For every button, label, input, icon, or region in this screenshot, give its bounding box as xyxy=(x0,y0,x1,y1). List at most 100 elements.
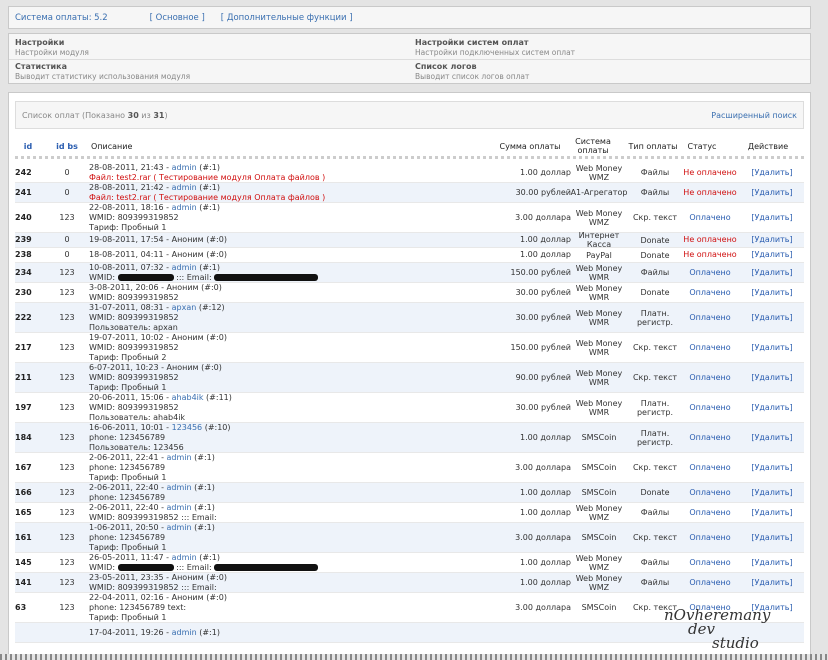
row-user-link[interactable]: admin xyxy=(172,163,197,172)
col-status: Статус xyxy=(687,141,717,151)
table-row: 217 123 19-07-2011, 10:02 - Аноним (#:0) WM… xyxy=(15,333,804,363)
row-id-bs: 123 xyxy=(59,532,75,542)
row-detail: Файл: test2.rar ( Тестирование модуля Оп… xyxy=(89,172,326,182)
row-system: SMSCoin xyxy=(581,488,617,497)
redacted-mark xyxy=(214,563,319,571)
row-detail: WMID: 809399319852 ::: Email: xyxy=(89,512,217,522)
row-system: SMSCoin xyxy=(581,603,617,612)
menu-settings[interactable]: Настройки Настройки модуля xyxy=(15,38,89,58)
row-id: 161 xyxy=(15,532,32,542)
row-sum: 1.00 доллар xyxy=(520,507,571,517)
main-link[interactable]: [ Основное ] xyxy=(150,13,205,23)
col-id[interactable]: id xyxy=(15,133,41,159)
row-system: SMSCoin xyxy=(581,433,617,442)
row-user-link[interactable]: admin xyxy=(172,628,197,637)
row-user-link[interactable]: apxan xyxy=(172,303,197,312)
row-delete-link[interactable]: [Удалить] xyxy=(745,423,799,452)
row-sum: 1.00 доллар xyxy=(520,432,571,442)
row-id-bs: 123 xyxy=(59,507,75,517)
row-user-link[interactable]: admin xyxy=(172,263,197,272)
row-system: Web Money WMZ xyxy=(575,573,623,592)
row-system: Web Money WMZ xyxy=(575,553,623,572)
row-description: 1-06-2011, 20:50 - admin (#:1) phone: 123… xyxy=(89,523,489,552)
row-delete-link[interactable]: [Удалить] xyxy=(745,248,799,262)
list-title: Список оплат (Показано 30 из 31) xyxy=(22,111,168,120)
row-delete-link[interactable]: [Удалить] xyxy=(745,163,799,182)
row-user-link[interactable]: admin xyxy=(167,523,192,532)
row-delete-link[interactable]: [Удалить] xyxy=(745,523,799,552)
row-sum: 1.00 доллар xyxy=(520,167,571,177)
menu-logs[interactable]: Список логов Выводит список логов оплат xyxy=(415,62,529,82)
row-user-link[interactable]: admin xyxy=(167,503,192,512)
row-id: 242 xyxy=(15,167,32,177)
row-id-bs: 123 xyxy=(59,557,75,567)
row-description: 6-07-2011, 10:23 - Аноним (#:0) WMID: 809… xyxy=(89,363,489,392)
row-user-link[interactable]: admin xyxy=(167,483,192,492)
row-delete-link[interactable]: [Удалить] xyxy=(745,283,799,302)
row-description: 2-06-2011, 22:40 - admin (#:1) phone: 123… xyxy=(89,483,489,502)
row-delete-link[interactable]: [Удалить] xyxy=(745,203,799,232)
row-delete-link[interactable]: [Удалить] xyxy=(745,303,799,332)
table-header: id id bs Описание Сумма оплаты Система о… xyxy=(15,133,804,159)
row-user-link[interactable]: admin xyxy=(172,183,197,192)
row-user-link[interactable]: 123456 xyxy=(172,423,203,432)
row-user-link[interactable]: ahab4ik xyxy=(172,393,204,402)
settings-menu: Настройки Настройки модуля Настройки сист… xyxy=(8,33,811,84)
row-date-user: 2-06-2011, 22:41 - admin (#:1) xyxy=(89,452,215,462)
row-detail: WMID: 809399319852 xyxy=(89,312,179,322)
row-id: 165 xyxy=(15,507,32,517)
row-delete-link[interactable]: [Удалить] xyxy=(745,393,799,422)
row-system: Интернет Касса xyxy=(578,231,620,249)
row-system: Web Money WMZ xyxy=(575,208,623,227)
table-row: 161 123 1-06-2011, 20:50 - admin (#:1) phon… xyxy=(15,523,804,553)
col-id-bs[interactable]: id bs xyxy=(49,133,85,159)
row-system: Web Money WMZ xyxy=(575,163,623,182)
row-id-bs: 123 xyxy=(59,602,75,612)
row-delete-link[interactable]: [Удалить] xyxy=(745,233,799,247)
row-user-link[interactable]: admin xyxy=(172,203,197,212)
row-delete-link[interactable]: [Удалить] xyxy=(745,453,799,482)
advanced-search-link[interactable]: Расширенный поиск xyxy=(711,111,797,120)
menu-payment-systems[interactable]: Настройки систем оплат Настройки подключе… xyxy=(415,38,575,58)
row-date-user: 10-08-2011, 07:32 - admin (#:1) xyxy=(89,262,220,272)
col-system: Система оплаты xyxy=(575,137,611,155)
row-user-link[interactable]: admin xyxy=(172,553,197,562)
row-id-bs: 123 xyxy=(59,212,75,222)
row-id: 217 xyxy=(15,342,32,352)
row-delete-link[interactable]: [Удалить] xyxy=(745,483,799,502)
row-system: SMSCoin xyxy=(581,463,617,472)
row-detail: phone: 123456789 xyxy=(89,532,166,542)
table-row: 234 123 10-08-2011, 07:32 - admin (#:1) WMI… xyxy=(15,263,804,283)
row-sum: 3.00 доллара xyxy=(515,532,571,542)
row-delete-link[interactable]: [Удалить] xyxy=(745,263,799,282)
row-delete-link[interactable]: [Удалить] xyxy=(745,363,799,392)
row-detail: WMID: 809399319852 xyxy=(89,402,179,412)
row-delete-link[interactable]: [Удалить] xyxy=(745,573,799,592)
menu-statistics[interactable]: Статистика Выводит статистику использован… xyxy=(15,62,190,82)
row-id-bs: 123 xyxy=(59,487,75,497)
row-id: 230 xyxy=(15,287,32,297)
row-delete-link[interactable]: [Удалить] xyxy=(745,183,799,202)
row-detail-2: Пользователь: 123456 xyxy=(89,442,184,452)
row-delete-link[interactable]: [Удалить] xyxy=(745,333,799,362)
row-detail-2: Тариф: Пробный 1 xyxy=(89,542,167,552)
row-system: Web Money WMR xyxy=(575,263,623,282)
redacted-mark xyxy=(117,273,174,281)
row-detail-2: Тариф: Пробный 1 xyxy=(89,382,167,392)
row-detail: WMID: 809399319852 ::: Email: xyxy=(89,582,217,592)
extra-functions-link[interactable]: [ Дополнительные функции ] xyxy=(221,13,353,23)
row-system: A1-Агрегатор xyxy=(570,188,628,197)
row-delete-link[interactable]: [Удалить] xyxy=(745,503,799,522)
row-status: Не оплачено xyxy=(683,167,737,177)
row-system: Web Money WMR xyxy=(575,308,623,327)
row-detail: WMID: 809399319852 xyxy=(89,372,179,382)
row-id-bs: 123 xyxy=(59,287,75,297)
row-id: 234 xyxy=(15,267,32,277)
row-status: Оплачено xyxy=(689,487,731,497)
row-id-bs: 123 xyxy=(59,432,75,442)
system-version: 5.2 xyxy=(94,12,108,23)
row-delete-link[interactable]: [Удалить] xyxy=(745,553,799,572)
bottom-edge xyxy=(0,654,828,660)
row-user-link[interactable]: admin xyxy=(167,453,192,462)
row-detail-2: Тариф: Пробный 2 xyxy=(89,352,167,362)
